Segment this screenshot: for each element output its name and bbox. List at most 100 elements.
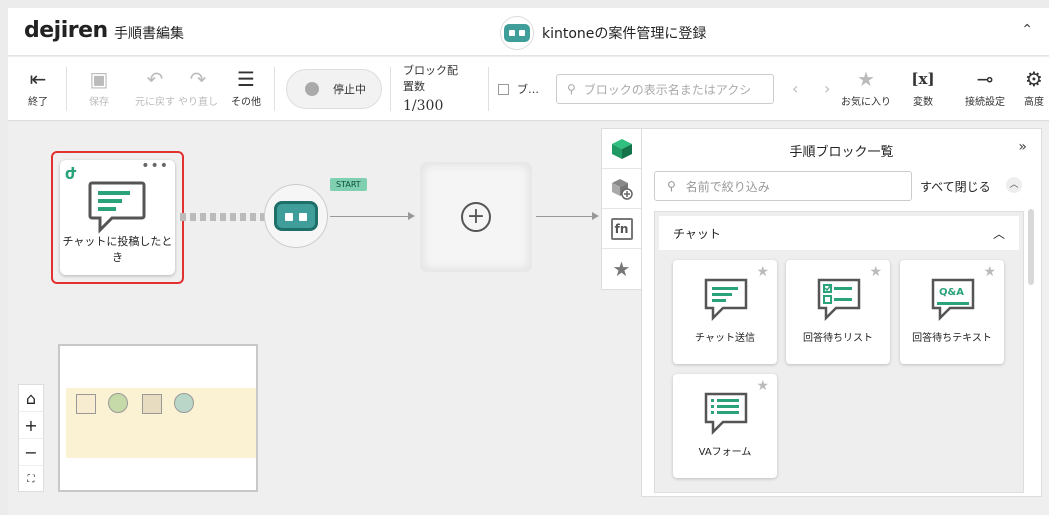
tab-add-package[interactable] xyxy=(602,169,641,209)
scenario-title-text: kintoneの案件管理に登録 xyxy=(542,26,707,42)
chevron-up-icon[interactable]: ︿ xyxy=(1006,177,1022,193)
block-count-value: 1/300 xyxy=(403,98,444,114)
zoom-out-icon[interactable]: − xyxy=(19,439,43,466)
panel-title: 手順ブロック一覧 xyxy=(789,145,894,160)
other-label: その他 xyxy=(231,97,261,108)
toolbar-divider xyxy=(488,67,489,111)
checkbox-label: ブ… xyxy=(517,83,539,96)
star-icon[interactable]: ★ xyxy=(983,264,996,280)
toggle-label: 停止中 xyxy=(333,83,366,96)
section-title: チャット xyxy=(673,226,721,241)
zoom-in-icon[interactable]: + xyxy=(19,412,43,439)
star-icon: ★ xyxy=(857,67,875,91)
toolbar-divider xyxy=(390,67,391,111)
toggle-knob xyxy=(305,82,319,96)
star-icon[interactable]: ★ xyxy=(756,378,769,394)
other-menu-button[interactable]: ☰ その他 xyxy=(228,65,264,108)
chevron-double-right-icon[interactable]: » xyxy=(1018,139,1027,155)
block-filter-checkbox[interactable]: ブ… xyxy=(498,81,539,97)
block-card-answer-text[interactable]: ★ Q&A 回答待ちテキスト xyxy=(900,260,1004,364)
redo-label: やり直し xyxy=(178,97,218,108)
section-header-chat[interactable]: チャット ︿ xyxy=(659,216,1019,250)
close-all-button[interactable]: すべて閉じる xyxy=(920,178,991,195)
fn-icon: fn xyxy=(610,217,633,240)
undo-button[interactable]: ↶ 元に戻す xyxy=(134,65,176,108)
app-header: dejiren 手順書編集 kintoneの案件管理に登録 ⌃ xyxy=(8,8,1049,56)
chat-form-icon xyxy=(704,392,748,436)
toolbar-divider xyxy=(66,67,67,111)
redo-button[interactable]: ↷ やり直し xyxy=(176,65,220,108)
bot-avatar xyxy=(500,16,534,50)
bot-start-node[interactable] xyxy=(264,184,328,248)
search-icon: ⚲ xyxy=(667,179,676,193)
variable-icon: [x] xyxy=(911,70,935,88)
prev-result-icon[interactable]: ‹ xyxy=(792,79,798,98)
qa-badge: Q&A xyxy=(939,287,964,298)
star-icon: ★ xyxy=(612,257,631,281)
advanced-label: 高度 xyxy=(1024,97,1044,108)
gear-icon: ⚙ xyxy=(1025,67,1043,91)
dejiren-mini-logo: ժ xyxy=(65,164,77,183)
advanced-button[interactable]: ⚙ 高度 xyxy=(1020,65,1048,108)
minimap[interactable] xyxy=(58,344,258,492)
plus-icon[interactable]: + xyxy=(461,202,491,232)
panel-side-tabs: fn ★ xyxy=(601,128,641,290)
toolbar-divider xyxy=(274,67,275,111)
search-icon: ⚲ xyxy=(567,82,576,96)
chat-icon xyxy=(88,181,146,234)
cube-icon xyxy=(611,138,632,159)
favorites-button[interactable]: ★ お気に入り xyxy=(838,65,894,108)
fit-screen-icon[interactable]: ⛶ xyxy=(19,466,43,493)
package-add-icon xyxy=(611,178,633,200)
filter-placeholder: 名前で絞り込み xyxy=(685,179,770,194)
connection-settings-button[interactable]: ⊸ 接続設定 xyxy=(962,65,1008,108)
chat-list-icon xyxy=(817,278,861,322)
minimap-block xyxy=(108,393,128,413)
tab-favorites[interactable]: ★ xyxy=(602,249,641,289)
variables-label: 変数 xyxy=(913,97,933,108)
menu-icon: ☰ xyxy=(237,67,255,91)
card-label: 回答待ちリスト xyxy=(803,333,873,344)
arrow-head-icon xyxy=(408,212,415,220)
checkbox-box[interactable] xyxy=(498,83,509,95)
trigger-label: チャットに投稿したとき xyxy=(62,235,173,264)
card-label: チャット送信 xyxy=(695,333,755,344)
trigger-block[interactable]: ժ ••• チャットに投稿したとき xyxy=(60,158,175,275)
start-tag: START xyxy=(330,178,367,191)
zoom-controls: ⌂ + − ⛶ xyxy=(18,384,44,492)
variables-button[interactable]: [x] 変数 xyxy=(906,65,940,108)
save-button[interactable]: ▣ 保存 xyxy=(84,65,114,108)
star-icon[interactable]: ★ xyxy=(869,264,882,280)
block-card-chat-send[interactable]: ★ チャット送信 xyxy=(673,260,777,364)
flow-arrow xyxy=(536,216,594,217)
block-card-va-form[interactable]: ★ VAフォーム xyxy=(673,374,777,478)
minimap-block xyxy=(174,393,194,413)
chat-qa-icon xyxy=(931,278,975,322)
selected-block-outline: ժ ••• チャットに投稿したとき xyxy=(51,151,184,284)
exit-button[interactable]: ⇤ 終了 xyxy=(22,65,54,108)
next-result-icon[interactable]: › xyxy=(824,79,830,98)
trigger-connector xyxy=(180,213,266,221)
favorites-label: お気に入り xyxy=(841,97,891,108)
chevron-up-icon[interactable]: ︿ xyxy=(993,225,1005,242)
block-search-input[interactable]: ⚲ ブロックの表示名またはアクシ xyxy=(556,74,774,104)
exit-icon: ⇤ xyxy=(29,67,47,91)
run-toggle[interactable]: 停止中 xyxy=(286,69,382,109)
tab-blocks[interactable] xyxy=(602,129,641,169)
app-logo[interactable]: dejiren xyxy=(24,18,108,43)
card-label: VAフォーム xyxy=(698,447,752,458)
undo-label: 元に戻す xyxy=(135,97,175,108)
chevron-double-up-icon[interactable]: ⌃ xyxy=(1021,22,1033,38)
block-filter-input[interactable]: ⚲ 名前で絞り込み xyxy=(654,171,912,201)
home-icon[interactable]: ⌂ xyxy=(19,385,43,412)
more-options-icon[interactable]: ••• xyxy=(141,158,169,174)
bot-icon xyxy=(274,201,318,231)
block-card-answer-list[interactable]: ★ 回答待ちリスト xyxy=(786,260,890,364)
save-label: 保存 xyxy=(89,97,109,108)
add-block-placeholder[interactable]: + xyxy=(420,162,532,272)
tab-functions[interactable]: fn xyxy=(602,209,641,249)
panel-scrollbar[interactable] xyxy=(1028,209,1034,285)
exit-label: 終了 xyxy=(28,97,48,108)
star-icon[interactable]: ★ xyxy=(756,264,769,280)
redo-icon: ↷ xyxy=(189,67,207,91)
